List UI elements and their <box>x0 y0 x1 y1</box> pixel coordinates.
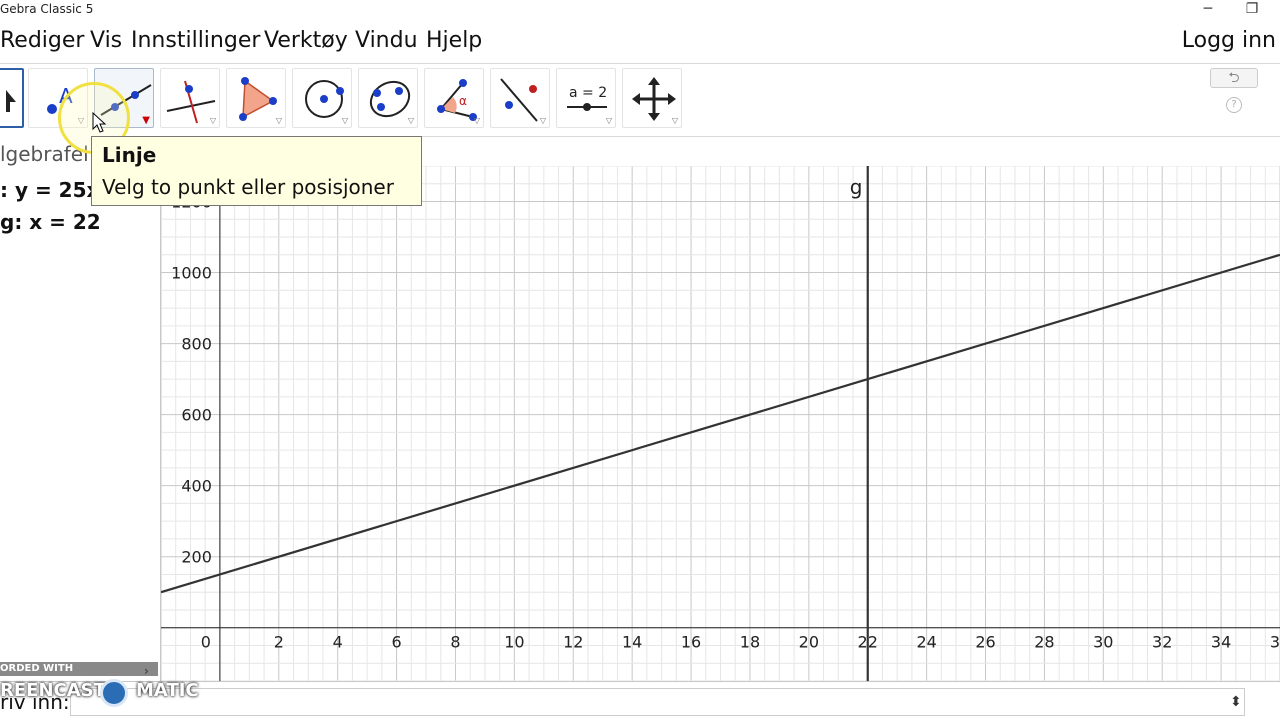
svg-text:α: α <box>459 94 467 108</box>
x-tick-label: 20 <box>799 633 819 652</box>
x-tick-label: 12 <box>563 633 583 652</box>
y-tick-label: 800 <box>181 335 212 354</box>
dropdown-arrow-icon: ▽ <box>275 116 282 125</box>
y-tick-label: 600 <box>181 406 212 425</box>
tooltip-text: Velg to punkt eller posisjoner <box>102 175 394 199</box>
watermark-recorded-with: ORDED WITH <box>0 662 158 676</box>
x-tick-label: 16 <box>681 633 701 652</box>
tool-angle[interactable]: α ▽ <box>424 68 484 128</box>
dropdown-arrow-icon: ▽ <box>539 116 546 125</box>
algebra-item-g[interactable]: g: x = 22 <box>0 210 101 234</box>
graphics-view[interactable]: 0246810121416182022242628303234362004006… <box>161 166 1280 681</box>
login-link[interactable]: Logg inn <box>1182 28 1276 53</box>
mouse-cursor-icon <box>92 112 106 133</box>
dropdown-arrow-icon: ▽ <box>341 116 348 125</box>
tool-circle[interactable]: ▽ <box>292 68 352 128</box>
undo-button[interactable]: ⮌ <box>1210 68 1258 88</box>
watermark-logo-icon <box>100 679 128 707</box>
menu-verktoy[interactable]: Verktøy <box>264 28 348 53</box>
vertical-line-label: g <box>850 175 863 199</box>
y-tick-label: 200 <box>181 548 212 567</box>
x-tick-label: 10 <box>504 633 524 652</box>
tool-tooltip: Linje Velg to punkt eller posisjoner <box>91 136 422 206</box>
move-arrow-icon <box>6 90 16 112</box>
x-tick-label: 8 <box>450 633 460 652</box>
window-title: Gebra Classic 5 <box>0 2 94 16</box>
x-tick-label: 30 <box>1093 633 1113 652</box>
algebra-item-f[interactable]: : y = 25x <box>0 178 99 202</box>
dropdown-arrow-icon: ▽ <box>407 116 414 125</box>
tool-move[interactable] <box>0 68 24 128</box>
watermark-screencast: REENCAST <box>0 680 106 701</box>
tool-reflect[interactable]: ▽ <box>490 68 550 128</box>
x-tick-label: 26 <box>975 633 995 652</box>
input-field[interactable] <box>70 688 1245 716</box>
title-bar <box>0 0 1280 24</box>
x-tick-label: 34 <box>1211 633 1231 652</box>
coordinate-plot[interactable]: 0246810121416182022242628303234362004006… <box>161 166 1280 681</box>
menu-hjelp[interactable]: Hjelp <box>426 28 482 53</box>
dropdown-arrow-icon: ▽ <box>473 116 480 125</box>
menu-rediger[interactable]: Rediger <box>0 28 84 53</box>
x-tick-label: 14 <box>622 633 642 652</box>
menu-innstillinger[interactable]: Innstillinger <box>131 28 260 53</box>
tool-ellipse[interactable]: ▽ <box>358 68 418 128</box>
menu-vindu[interactable]: Vindu <box>355 28 418 53</box>
x-tick-label: 24 <box>916 633 936 652</box>
y-tick-label: 1000 <box>171 264 212 283</box>
tool-polygon[interactable]: ▽ <box>226 68 286 128</box>
tool-move-view[interactable]: ▽ <box>622 68 682 128</box>
dropdown-arrow-icon: ▼ <box>142 115 150 126</box>
restore-button[interactable]: ❐ <box>1232 0 1272 22</box>
x-tick-label: 18 <box>740 633 760 652</box>
watermark-arrow-icon[interactable]: › <box>144 664 149 678</box>
dropdown-arrow-icon: ▽ <box>209 116 216 125</box>
x-tick-label: 28 <box>1034 633 1054 652</box>
y-tick-label: 400 <box>181 477 212 496</box>
slider-label: a = 2 <box>569 85 607 101</box>
x-tick-label: 36 <box>1270 633 1280 652</box>
tool-perpendicular[interactable]: ▽ <box>160 68 220 128</box>
x-tick-label: 32 <box>1152 633 1172 652</box>
x-tick-label: 2 <box>274 633 284 652</box>
x-tick-label: 4 <box>333 633 343 652</box>
tool-slider[interactable]: a = 2 ▽ <box>556 68 616 128</box>
x-tick-label: 0 <box>201 633 211 652</box>
help-icon[interactable]: ? <box>1226 97 1242 113</box>
watermark-matic: MATIC <box>136 680 199 701</box>
dropdown-arrow-icon: ▽ <box>605 116 612 125</box>
input-select-icon[interactable]: ⬍ <box>1230 694 1242 710</box>
menu-vis[interactable]: Vis <box>90 28 122 53</box>
minimize-button[interactable]: ─ <box>1188 0 1228 22</box>
dropdown-arrow-icon: ▽ <box>671 116 678 125</box>
tooltip-title: Linje <box>102 143 157 167</box>
x-tick-label: 6 <box>391 633 401 652</box>
